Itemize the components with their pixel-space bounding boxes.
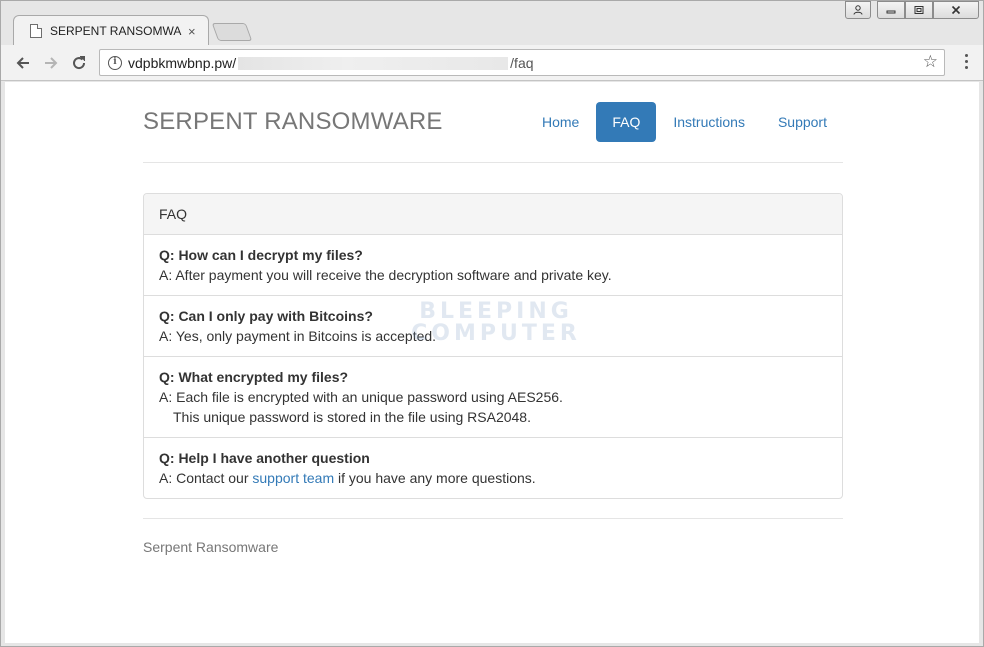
faq-answer: A: Yes, only payment in Bitcoins is acce… — [159, 328, 437, 344]
page-icon — [30, 24, 42, 38]
back-arrow-icon[interactable] — [11, 51, 35, 75]
faq-item: Q: Help I have another question A: Conta… — [144, 438, 842, 498]
tab-strip: SERPENT RANSOMWARE × — [1, 1, 983, 45]
address-bar[interactable]: i vdpbkmwbnp.pw/ /faq ☆ — [99, 49, 945, 76]
answer-prefix: A: Contact our — [159, 470, 253, 486]
browser-menu-icon[interactable] — [965, 54, 969, 72]
browser-toolbar: i vdpbkmwbnp.pw/ /faq ☆ — [1, 45, 983, 81]
faq-item: Q: What encrypted my files? A: Each file… — [144, 357, 842, 438]
faq-answer-continued: This unique password is stored in the fi… — [173, 409, 531, 425]
page-viewport: SERPENT RANSOMWARE Home FAQ Instructions… — [5, 82, 979, 643]
faq-question: Q: What encrypted my files? — [159, 369, 349, 385]
close-window-icon[interactable] — [933, 1, 979, 19]
url-host: vdpbkmwbnp.pw/ — [128, 55, 237, 71]
nav-faq[interactable]: FAQ — [596, 102, 657, 142]
faq-panel: FAQ Q: How can I decrypt my files? A: Af… — [143, 193, 843, 499]
tab-title: SERPENT RANSOMWARE — [50, 24, 182, 38]
url-text: vdpbkmwbnp.pw/ /faq — [128, 55, 534, 71]
faq-question: Q: How can I decrypt my files? — [159, 247, 363, 263]
url-path: /faq — [510, 55, 534, 71]
browser-tab[interactable]: SERPENT RANSOMWARE × — [13, 15, 209, 45]
site-brand: SERPENT RANSOMWARE — [143, 108, 443, 135]
reload-icon[interactable] — [67, 51, 91, 75]
browser-window: SERPENT RANSOMWARE × i vdpbkmwbnp.pw/ /f… — [0, 0, 984, 647]
faq-item: Q: Can I only pay with Bitcoins? A: Yes,… — [144, 296, 842, 357]
minimize-icon[interactable] — [877, 1, 905, 19]
support-team-link[interactable]: support team — [252, 470, 334, 486]
bookmark-star-icon[interactable]: ☆ — [923, 53, 938, 71]
tab-close-icon[interactable]: × — [188, 24, 196, 39]
site-nav: Home FAQ Instructions Support — [525, 102, 843, 142]
faq-answer: A: Contact our support team if you have … — [159, 468, 827, 488]
nav-home[interactable]: Home — [526, 102, 595, 142]
faq-question: Q: Help I have another question — [159, 450, 370, 466]
info-icon[interactable]: i — [108, 56, 122, 70]
site-footer: Serpent Ransomware — [143, 518, 843, 555]
faq-question: Q: Can I only pay with Bitcoins? — [159, 308, 373, 324]
site-header: SERPENT RANSOMWARE Home FAQ Instructions… — [143, 82, 843, 163]
window-controls — [845, 1, 979, 19]
faq-answer: A: After payment you will receive the de… — [159, 267, 612, 283]
faq-answer: A: Each file is encrypted with an unique… — [159, 389, 563, 405]
user-profile-icon[interactable] — [845, 1, 871, 19]
forward-arrow-icon[interactable] — [39, 51, 63, 75]
nav-instructions[interactable]: Instructions — [657, 102, 761, 142]
new-tab-button[interactable] — [211, 23, 253, 41]
restore-icon[interactable] — [905, 1, 933, 19]
page-container: SERPENT RANSOMWARE Home FAQ Instructions… — [143, 82, 843, 555]
faq-item: Q: How can I decrypt my files? A: After … — [144, 235, 842, 296]
faq-heading: FAQ — [144, 194, 842, 235]
answer-suffix: if you have any more questions. — [334, 470, 536, 486]
nav-support[interactable]: Support — [762, 102, 843, 142]
url-redacted — [238, 56, 509, 70]
